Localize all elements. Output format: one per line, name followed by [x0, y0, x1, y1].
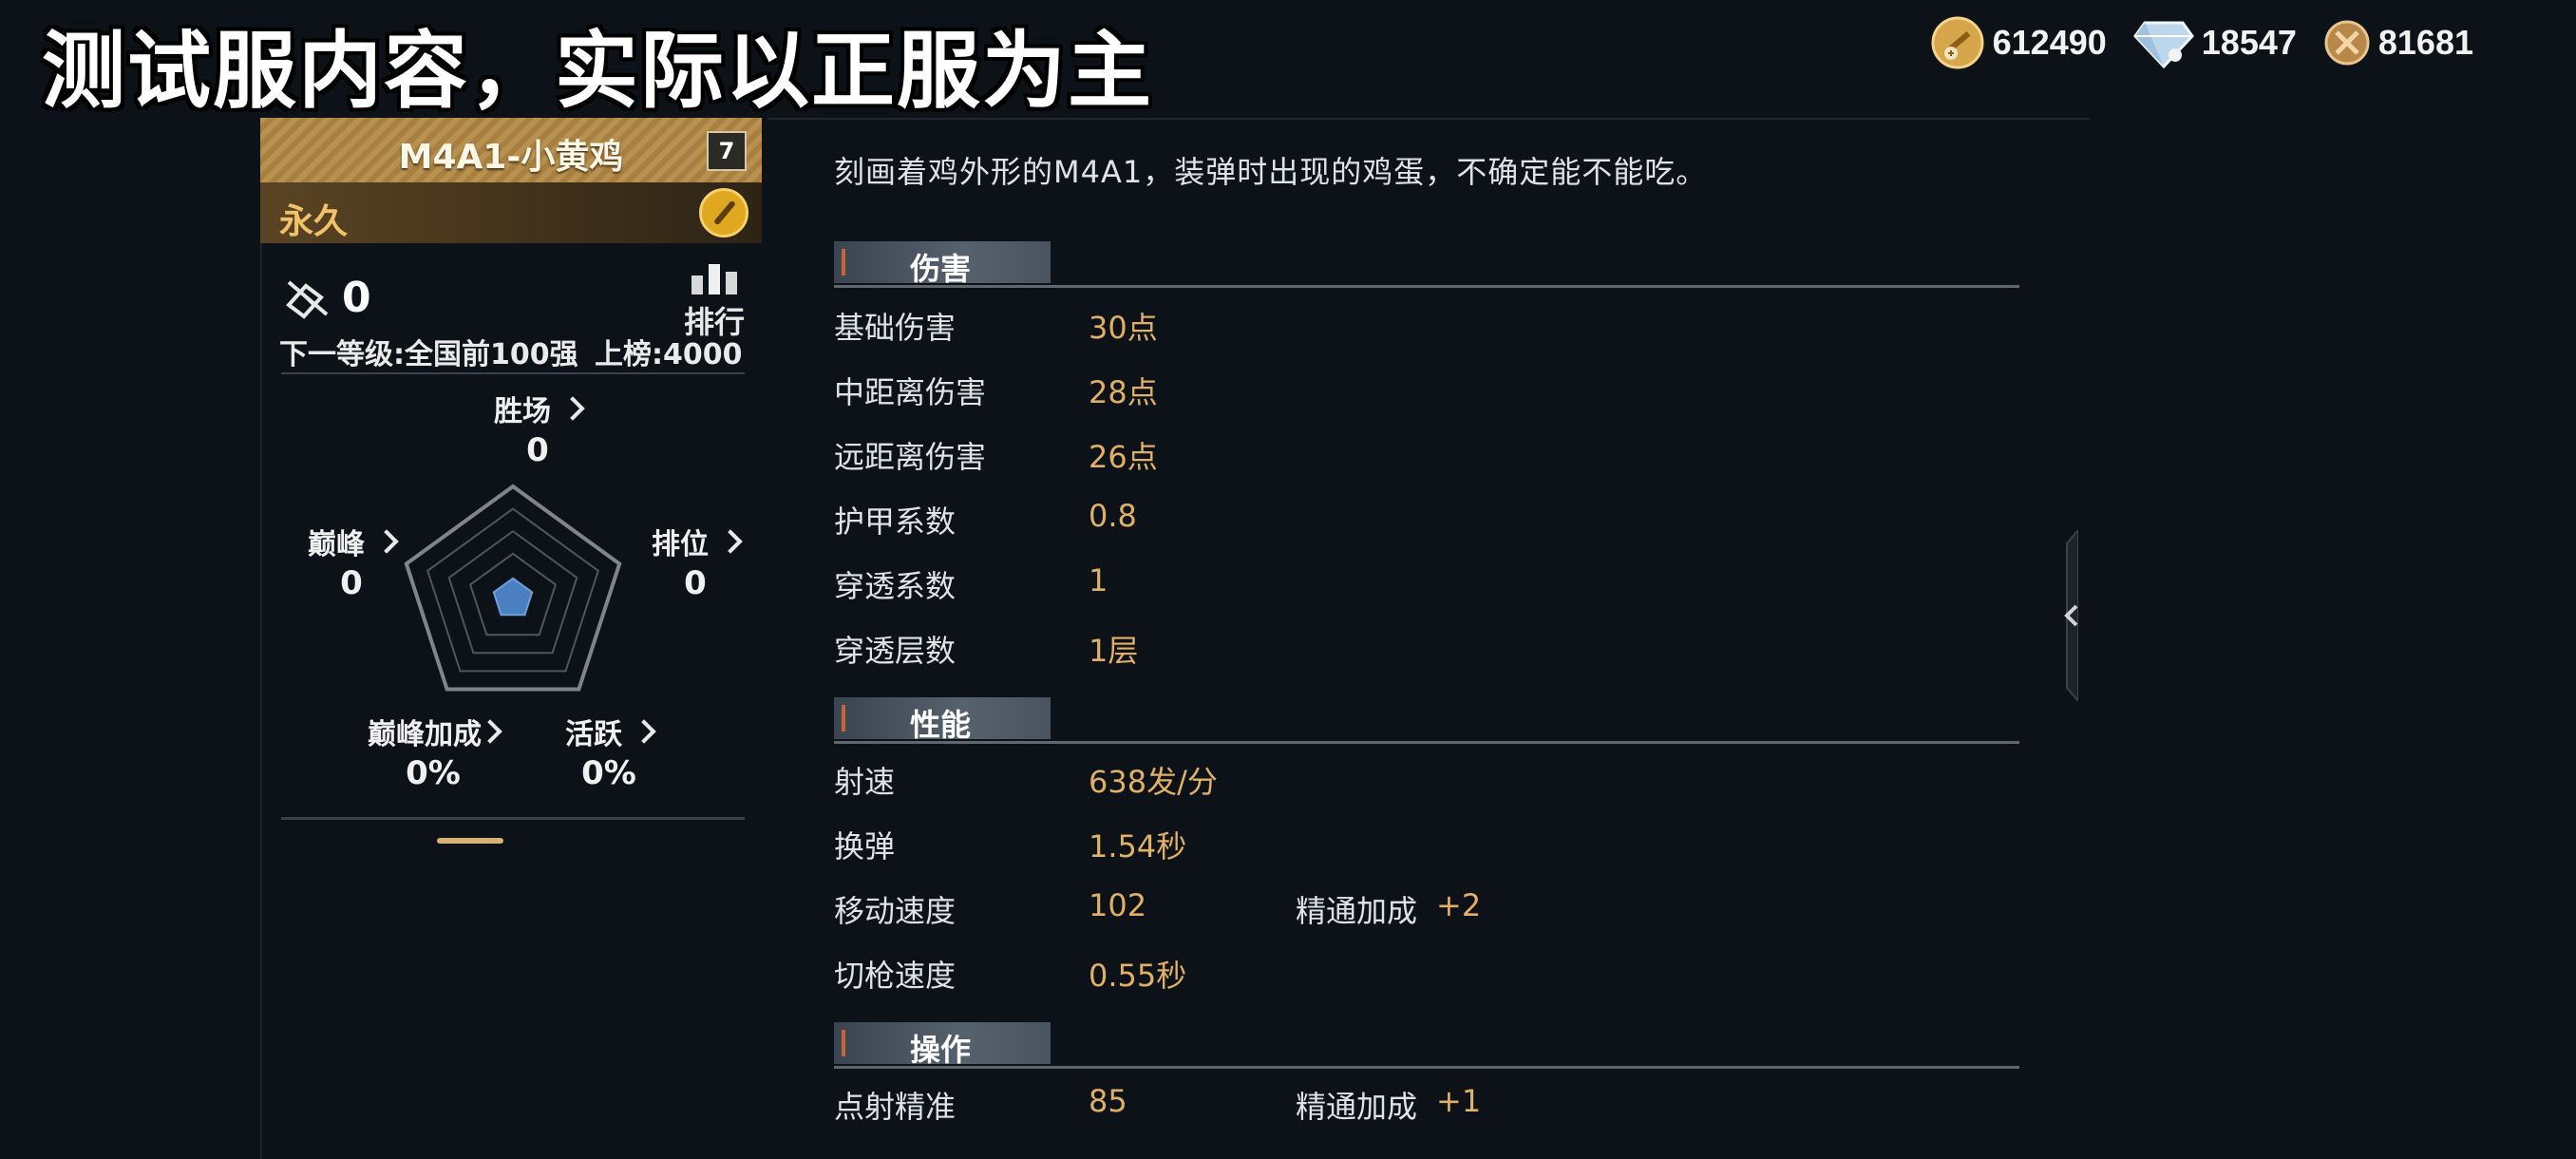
- currency-medal: 81681: [2323, 19, 2473, 66]
- radar-ranked[interactable]: 排位 0: [629, 521, 762, 602]
- stat-label: 基础伤害: [834, 310, 957, 346]
- radar-peak-bonus[interactable]: 巅峰加成 0%: [357, 711, 509, 792]
- weapon-duration: 永久: [279, 202, 349, 241]
- leaderboard-icon: [691, 264, 737, 294]
- chevron-right-icon: [632, 719, 656, 744]
- section-header-handling: 操作: [834, 1022, 2019, 1069]
- radar-peak-bonus-value: 0%: [406, 754, 461, 792]
- chevron-right-icon: [374, 529, 399, 554]
- stat-value: 638发/分: [1089, 764, 1218, 800]
- radar-wins-value: 0: [526, 431, 549, 469]
- radar-wins-label: 胜场: [494, 395, 551, 428]
- stat-value: 26点: [1089, 439, 1158, 475]
- stat-value: 85: [1089, 1083, 1127, 1119]
- radar-ranked-label: 排位: [652, 528, 709, 561]
- radar-fill: [492, 577, 534, 617]
- stat-label: 中距离伤害: [834, 374, 987, 410]
- section-header-damage: 伤害: [834, 241, 2019, 288]
- gold-coin-icon: [1931, 16, 1984, 69]
- panel-border: [260, 118, 262, 1159]
- medal-coin-icon: [2324, 20, 2370, 66]
- radar-wins[interactable]: 胜场 0: [471, 388, 604, 469]
- radar-peak-bonus-label: 巅峰加成: [368, 718, 482, 751]
- radar-ranked-value: 0: [684, 564, 707, 602]
- radar-chart: [404, 484, 622, 692]
- radar-divider: [281, 817, 745, 820]
- rank-display: 0: [283, 274, 371, 322]
- section-divider: [834, 285, 2019, 288]
- stat-value: 0.8: [1089, 498, 1137, 534]
- next-level-text: 下一等级:全国前100强: [279, 338, 578, 371]
- radar-active[interactable]: 活跃 0%: [538, 711, 680, 792]
- stat-label: 换弹: [834, 828, 896, 864]
- weapon-card: M4A1-小黄鸡 7 永久: [260, 118, 762, 243]
- section-title: 性能: [910, 707, 972, 743]
- hidden-rank-icon: [286, 279, 329, 319]
- weapon-level-badge: 7: [707, 131, 747, 171]
- section-title: 伤害: [910, 251, 972, 287]
- section-header-performance: 性能: [834, 697, 2019, 744]
- test-server-banner: 测试服内容，实际以正服为主: [42, 22, 1154, 120]
- currency-bar: 612490 18547 81681: [1904, 15, 2473, 70]
- stat-label: 远距离伤害: [834, 439, 987, 475]
- section-tag: 伤害: [834, 241, 1051, 287]
- rank-value: 0: [342, 274, 371, 322]
- diamond-amount: 18547: [2201, 23, 2297, 62]
- chevron-right-icon: [478, 719, 502, 744]
- mastery-label: 精通加成: [1296, 1089, 1418, 1125]
- currency-gold: 612490: [1930, 15, 2107, 70]
- section-tag: 操作: [834, 1022, 1051, 1068]
- stat-value: 1层: [1089, 633, 1139, 669]
- stat-value: 102: [1089, 887, 1147, 923]
- stat-label: 移动速度: [834, 893, 957, 929]
- collapse-panel-button[interactable]: [2059, 530, 2078, 701]
- diamond-icon: [2132, 21, 2194, 68]
- mastery-value: +2: [1436, 887, 1482, 923]
- radar-active-label: 活跃: [565, 718, 622, 751]
- rarity-badge-icon: [699, 188, 748, 238]
- currency-diamond: 18547: [2132, 17, 2297, 68]
- stat-label: 穿透层数: [834, 633, 957, 669]
- gold-amount: 612490: [1992, 23, 2107, 62]
- radar-peak-label: 巅峰: [308, 528, 365, 561]
- section-tag: 性能: [834, 697, 1051, 743]
- stat-value: 30点: [1089, 310, 1158, 346]
- section-divider: [834, 741, 2019, 744]
- top-divider: [767, 118, 2090, 120]
- chevron-right-icon: [560, 396, 585, 421]
- stat-value: 0.55秒: [1089, 958, 1187, 994]
- weapon-name-bar: M4A1-小黄鸡 7: [260, 118, 762, 182]
- stat-label: 护甲系数: [834, 504, 957, 540]
- section-divider: [834, 1066, 2019, 1069]
- stat-label: 穿透系数: [834, 568, 957, 604]
- chevron-right-icon: [718, 529, 743, 554]
- radar-peak-value: 0: [340, 564, 363, 602]
- weapon-name: M4A1-小黄鸡: [398, 138, 624, 177]
- radar-peak[interactable]: 巅峰 0: [285, 521, 418, 602]
- weapon-duration-bar: 永久: [260, 182, 762, 243]
- weapon-description: 刻画着鸡外形的M4A1，装弹时出现的鸡蛋，不确定能不能吃。: [834, 154, 1708, 190]
- mastery-label: 精通加成: [1296, 893, 1418, 929]
- stat-label: 切枪速度: [834, 958, 957, 994]
- page-indicator: [437, 838, 503, 844]
- rank-divider: [281, 372, 745, 374]
- stat-label: 点射精准: [834, 1089, 957, 1125]
- mastery-value: +1: [1436, 1083, 1482, 1119]
- stat-label: 射速: [834, 764, 896, 800]
- radar-active-value: 0%: [581, 754, 636, 792]
- stat-value: 28点: [1089, 374, 1158, 410]
- on-list-text: 上榜:4000: [595, 338, 743, 371]
- stat-value: 1: [1089, 562, 1108, 598]
- medal-amount: 81681: [2377, 23, 2473, 62]
- stat-value: 1.54秒: [1089, 828, 1187, 864]
- section-title: 操作: [910, 1032, 972, 1068]
